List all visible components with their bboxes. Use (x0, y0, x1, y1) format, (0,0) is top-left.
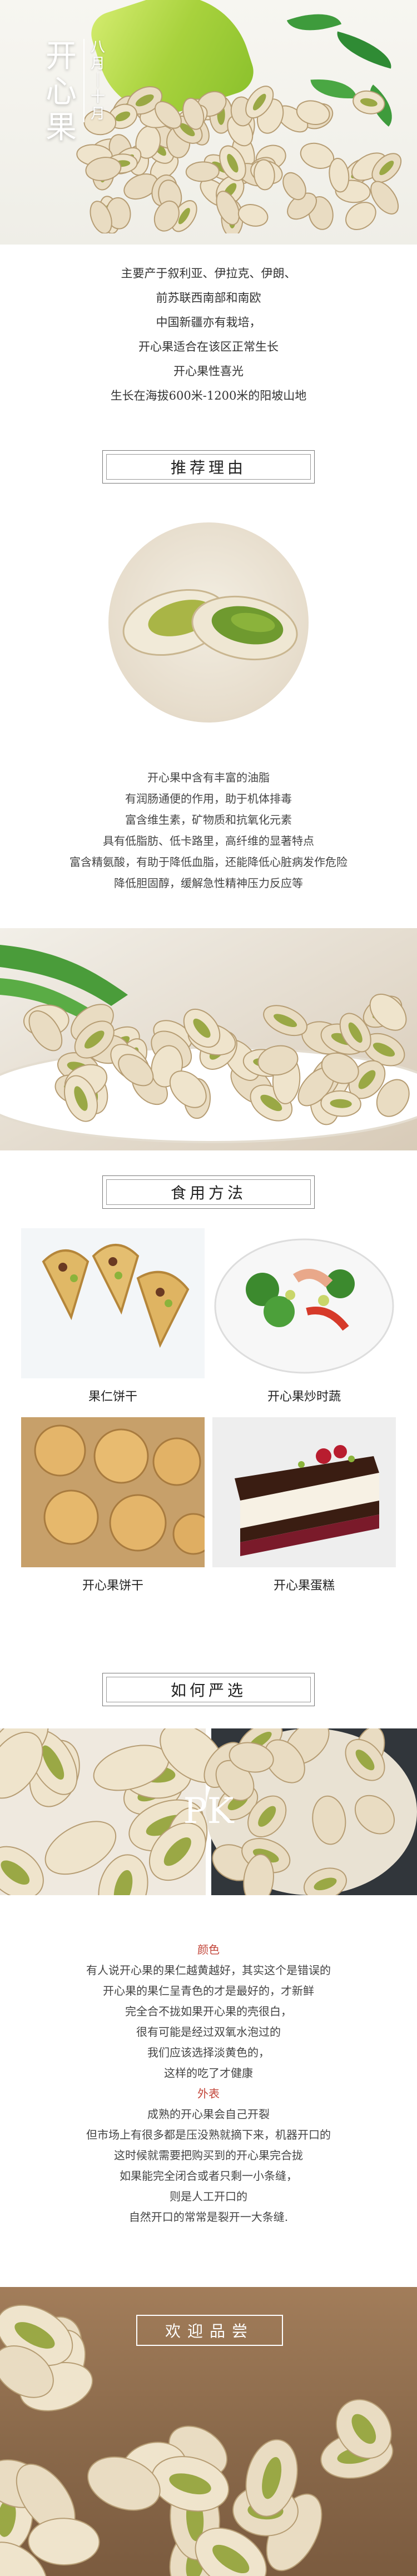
selection-line: 成熟的开心果会自己开裂 (147, 2107, 270, 2121)
welcome-label: 欢迎品尝 (136, 2315, 283, 2346)
selection-line: 有人说开心果的果仁越黄越好，其实这个是错误的 (86, 1964, 331, 1977)
selection-line: 完全合不拢如果开心果的壳很白， (125, 2005, 292, 2018)
reason-section: 推荐理由 开心果中含有丰富的油脂 有润肠通便的作用，助于机体排毒 富含维生素，矿… (0, 445, 417, 928)
section-heading: 推荐理由 (106, 454, 311, 480)
selection-section: 如何严选 PK 颜色 有人说开心果的果仁越黄越好，其实这个是错误的 开心果的果仁… (0, 1662, 417, 2287)
selection-line: 开心果的果仁呈青色的才是最好的，才新鲜 (103, 1984, 314, 1997)
pistachio-pile-image (76, 86, 402, 233)
reason-text: 开心果中含有丰富的油脂 有润肠通便的作用，助于机体排毒 富含维生素，矿物质和抗氧… (0, 767, 417, 894)
section-heading-box: 如何严选 (102, 1673, 315, 1706)
usage-label: 开心果炒时蔬 (267, 1390, 341, 1404)
selection-line: 如果能完全闭合或者只剩一小条缝， (120, 2169, 297, 2183)
section-heading: 如何严选 (106, 1677, 311, 1702)
pistachio-cake-image (212, 1417, 396, 1567)
stir-fry-image (212, 1228, 396, 1378)
hero-banner: 开心果 八月｜十月 (0, 0, 417, 245)
shape-title: 外表 (197, 2087, 220, 2100)
selection-text: 颜色 有人说开心果的果仁越黄越好，其实这个是错误的 开心果的果仁呈青色的才是最好… (0, 1940, 417, 2228)
leaf-decoration (331, 31, 397, 69)
pistachio-shell (28, 2518, 100, 2566)
season-label: 八月｜十月 (83, 39, 108, 122)
footer-banner: 欢迎品尝 (0, 2287, 417, 2576)
selection-line: 这时候就需要把购买到的开心果完合拢 (114, 2149, 303, 2162)
color-title: 颜色 (197, 1943, 220, 1956)
section-heading: 食用方法 (106, 1179, 311, 1205)
selection-line: 这样的吃了才健康 (164, 2066, 253, 2080)
leaf-decoration (286, 3, 342, 42)
reason-line: 富含精氨酸，有助于降低血脂，还能降低心脏病发作危险 (70, 855, 348, 869)
intro-line: 开心果适合在该区正常生长 (138, 340, 279, 353)
pk-comparison-image: PK (0, 1728, 417, 1895)
section-heading-box: 食用方法 (102, 1175, 315, 1209)
page-title: 开心果 (46, 38, 77, 146)
selection-line: 但市场上有很多都是压没熟就摘下来，机器开口的 (86, 2128, 331, 2141)
reason-line: 有润肠通便的作用，助于机体排毒 (125, 792, 292, 805)
intro-line: 中国新疆亦有栽培， (156, 316, 261, 329)
pistachio-closeup-image (108, 522, 309, 723)
section-heading-box: 推荐理由 (102, 450, 315, 484)
pistachio-biscuit-image (21, 1417, 205, 1567)
pistachio-shell (329, 157, 350, 193)
pistachio-plate-photo (0, 928, 417, 1150)
reason-line: 开心果中含有丰富的油脂 (147, 771, 270, 784)
intro-line: 开心果性喜光 (173, 365, 244, 378)
intro-line: 主要产于叙利亚、伊拉克、伊朗、 (121, 267, 296, 280)
selection-line: 自然开口的常常是裂开一大条缝. (128, 2210, 289, 2224)
usage-label: 果仁饼干 (88, 1390, 137, 1404)
reason-line: 具有低脂肪、低卡路里，高纤维的显著特点 (103, 834, 314, 848)
usage-label: 开心果蛋糕 (273, 1579, 335, 1593)
reason-line: 富含维生素，矿物质和抗氧化元素 (125, 813, 292, 826)
origin-intro: 主要产于叙利亚、伊拉克、伊朗、 前苏联西南部和南欧 中国新疆亦有栽培， 开心果适… (0, 245, 417, 445)
pk-text: PK (183, 1791, 235, 1832)
pistachio-shell (185, 161, 220, 182)
reason-line: 降低胆固醇，缓解急性精神压力反应等 (114, 876, 303, 890)
usage-label: 开心果饼干 (82, 1579, 143, 1593)
selection-line: 我们应该选择淡黄色的， (147, 2046, 270, 2059)
selection-line: 很有可能是经过双氧水泡过的 (136, 2025, 281, 2039)
selection-line: 则是人工开口的 (170, 2190, 247, 2203)
intro-line: 生长在海拔600米-1200米的阳坡山地 (110, 389, 307, 402)
usage-section: 食用方法 果仁饼干 开心果炒时蔬 开心果饼干 开心果蛋糕 (0, 1150, 417, 1662)
nut-cookie-image (21, 1228, 205, 1378)
intro-line: 前苏联西南部和南欧 (156, 291, 261, 305)
